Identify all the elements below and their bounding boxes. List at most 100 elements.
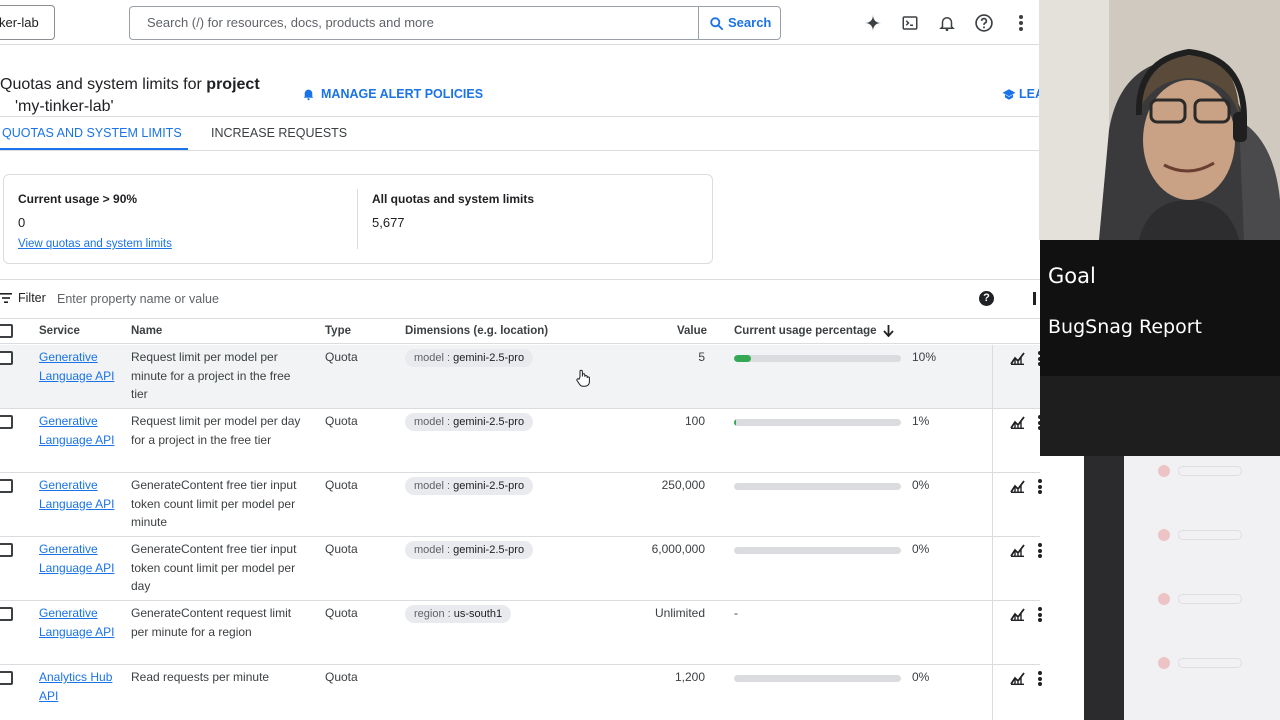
quota-type: Quota [325, 542, 358, 556]
monitoring-chart-icon[interactable] [1010, 608, 1025, 622]
quota-name: GenerateContent free tier input token co… [131, 478, 297, 529]
dimension-chip: model : gemini-2.5-pro [405, 477, 534, 495]
monitoring-chart-icon[interactable] [1010, 352, 1025, 366]
service-link[interactable]: Generative Language API [39, 412, 119, 449]
row-checkbox[interactable] [0, 415, 13, 429]
row-more-actions-icon[interactable] [1037, 607, 1042, 622]
table-row[interactable]: Generative Language API GenerateContent r… [0, 601, 1042, 665]
row-checkbox[interactable] [0, 607, 13, 621]
cloud-shell-icon[interactable] [899, 12, 921, 34]
quota-value: Unlimited [654, 606, 705, 620]
search-button-label: Search [728, 15, 772, 30]
dimension-value: gemini-2.5-pro [453, 352, 525, 364]
alert-bell-icon [303, 89, 314, 101]
table-row[interactable]: Analytics Hub API Read requests per minut… [0, 665, 1042, 720]
dimension-value: gemini-2.5-pro [453, 416, 525, 428]
column-header-service[interactable]: Service [39, 325, 80, 337]
search-button[interactable]: Search [698, 6, 781, 40]
usage-percentage: 0% [912, 478, 930, 492]
monitoring-chart-icon[interactable] [1010, 416, 1025, 430]
actions-divider [992, 345, 993, 409]
learn-button[interactable]: LEA [1002, 87, 1044, 101]
webcam-feed [1039, 0, 1280, 240]
row-more-actions-icon[interactable] [1037, 543, 1042, 558]
actions-divider [992, 537, 993, 601]
dimension-value: gemini-2.5-pro [453, 544, 525, 556]
table-row[interactable]: Generative Language API Request limit per… [0, 345, 1042, 409]
monitoring-chart-icon[interactable] [1010, 544, 1025, 558]
table-header: Service Name Type Dimensions (e.g. locat… [0, 318, 1040, 344]
dimension-separator: : [444, 608, 454, 620]
usage-percentage: - [734, 606, 738, 620]
usage-bar [734, 355, 901, 362]
usage-percentage: 10% [912, 350, 937, 364]
manage-alert-policies-button[interactable]: MANAGE ALERT POLICIES [302, 87, 483, 101]
search-input[interactable]: Search (/) for resources, docs, products… [129, 6, 699, 40]
usage-percentage: 0% [912, 670, 930, 684]
usage-summary-label: Current usage > 90% [18, 192, 138, 206]
service-link[interactable]: Generative Language API [39, 476, 119, 513]
tab-quotas-and-system-limits[interactable]: QUOTAS AND SYSTEM LIMITS [2, 126, 182, 140]
summary-divider [357, 189, 358, 249]
row-more-actions-icon[interactable] [1037, 479, 1042, 494]
column-header-usage[interactable]: Current usage percentage [734, 325, 894, 337]
service-link[interactable]: Generative Language API [39, 540, 119, 577]
goal-overlay-panel: Goal BugSnag Report [1040, 240, 1280, 456]
usage-summary-value: 0 [18, 215, 26, 230]
usage-bar-fill [734, 355, 751, 362]
background-window-edge [1084, 456, 1124, 720]
column-header-name[interactable]: Name [131, 325, 162, 337]
filter-label: Filter [0, 291, 46, 305]
column-header-value[interactable]: Value [677, 325, 707, 337]
project-selector[interactable]: ker-lab [0, 5, 55, 40]
gemini-icon[interactable] [862, 12, 884, 34]
summary-card: Current usage > 90% 0 View quotas and sy… [3, 174, 713, 264]
row-more-actions-icon[interactable] [1037, 671, 1042, 686]
tabs-divider [0, 150, 1040, 151]
monitoring-chart-icon[interactable] [1010, 480, 1025, 494]
monitoring-chart-icon[interactable] [1010, 672, 1025, 686]
all-quotas-label: All quotas and system limits [372, 192, 535, 206]
quota-value: 100 [684, 414, 705, 428]
table-row[interactable]: Generative Language API Request limit per… [0, 409, 1042, 473]
usage-bar-fill [734, 419, 736, 426]
usage-bar [734, 483, 901, 490]
school-icon [1002, 88, 1016, 100]
quota-value: 1,200 [674, 670, 705, 684]
hand-cursor-icon [576, 369, 590, 387]
filter-input[interactable]: Enter property name or value [57, 292, 219, 306]
background-window-strip [1084, 456, 1280, 720]
tab-increase-requests[interactable]: INCREASE REQUESTS [211, 126, 347, 140]
service-link[interactable]: Generative Language API [39, 604, 119, 641]
column-display-icon[interactable] [1033, 292, 1040, 305]
column-header-type[interactable]: Type [325, 325, 351, 337]
row-checkbox[interactable] [0, 479, 13, 493]
actions-divider [992, 601, 993, 665]
column-header-dimensions[interactable]: Dimensions (e.g. location) [405, 325, 548, 337]
quota-name: GenerateContent request limit per minute… [131, 606, 292, 639]
row-checkbox[interactable] [0, 543, 13, 557]
service-link[interactable]: Analytics Hub API [39, 668, 119, 705]
row-checkbox[interactable] [0, 671, 13, 685]
table-help-icon[interactable]: ? [979, 291, 994, 306]
table-row[interactable]: Generative Language API GenerateContent f… [0, 473, 1042, 537]
dimension-value: gemini-2.5-pro [453, 480, 525, 492]
more-vert-icon[interactable] [1010, 12, 1032, 34]
view-quotas-link[interactable]: View quotas and system limits [18, 238, 172, 250]
search-icon [710, 16, 724, 30]
table-row[interactable]: Generative Language API GenerateContent f… [0, 537, 1042, 601]
dimension-value: us-south1 [453, 608, 503, 620]
background-row [1158, 529, 1248, 541]
quota-type: Quota [325, 670, 358, 684]
help-icon[interactable] [973, 12, 995, 34]
usage-percentage: 0% [912, 542, 930, 556]
select-all-checkbox[interactable] [0, 324, 13, 338]
sort-descending-icon [882, 325, 894, 337]
service-link[interactable]: Generative Language API [39, 348, 119, 385]
row-checkbox[interactable] [0, 351, 13, 365]
notifications-icon[interactable] [936, 12, 958, 34]
background-row [1158, 657, 1248, 669]
usage-percentage: 1% [912, 414, 930, 428]
dimension-chip: model : gemini-2.5-pro [405, 541, 534, 559]
dimension-chip: model : gemini-2.5-pro [405, 413, 534, 431]
